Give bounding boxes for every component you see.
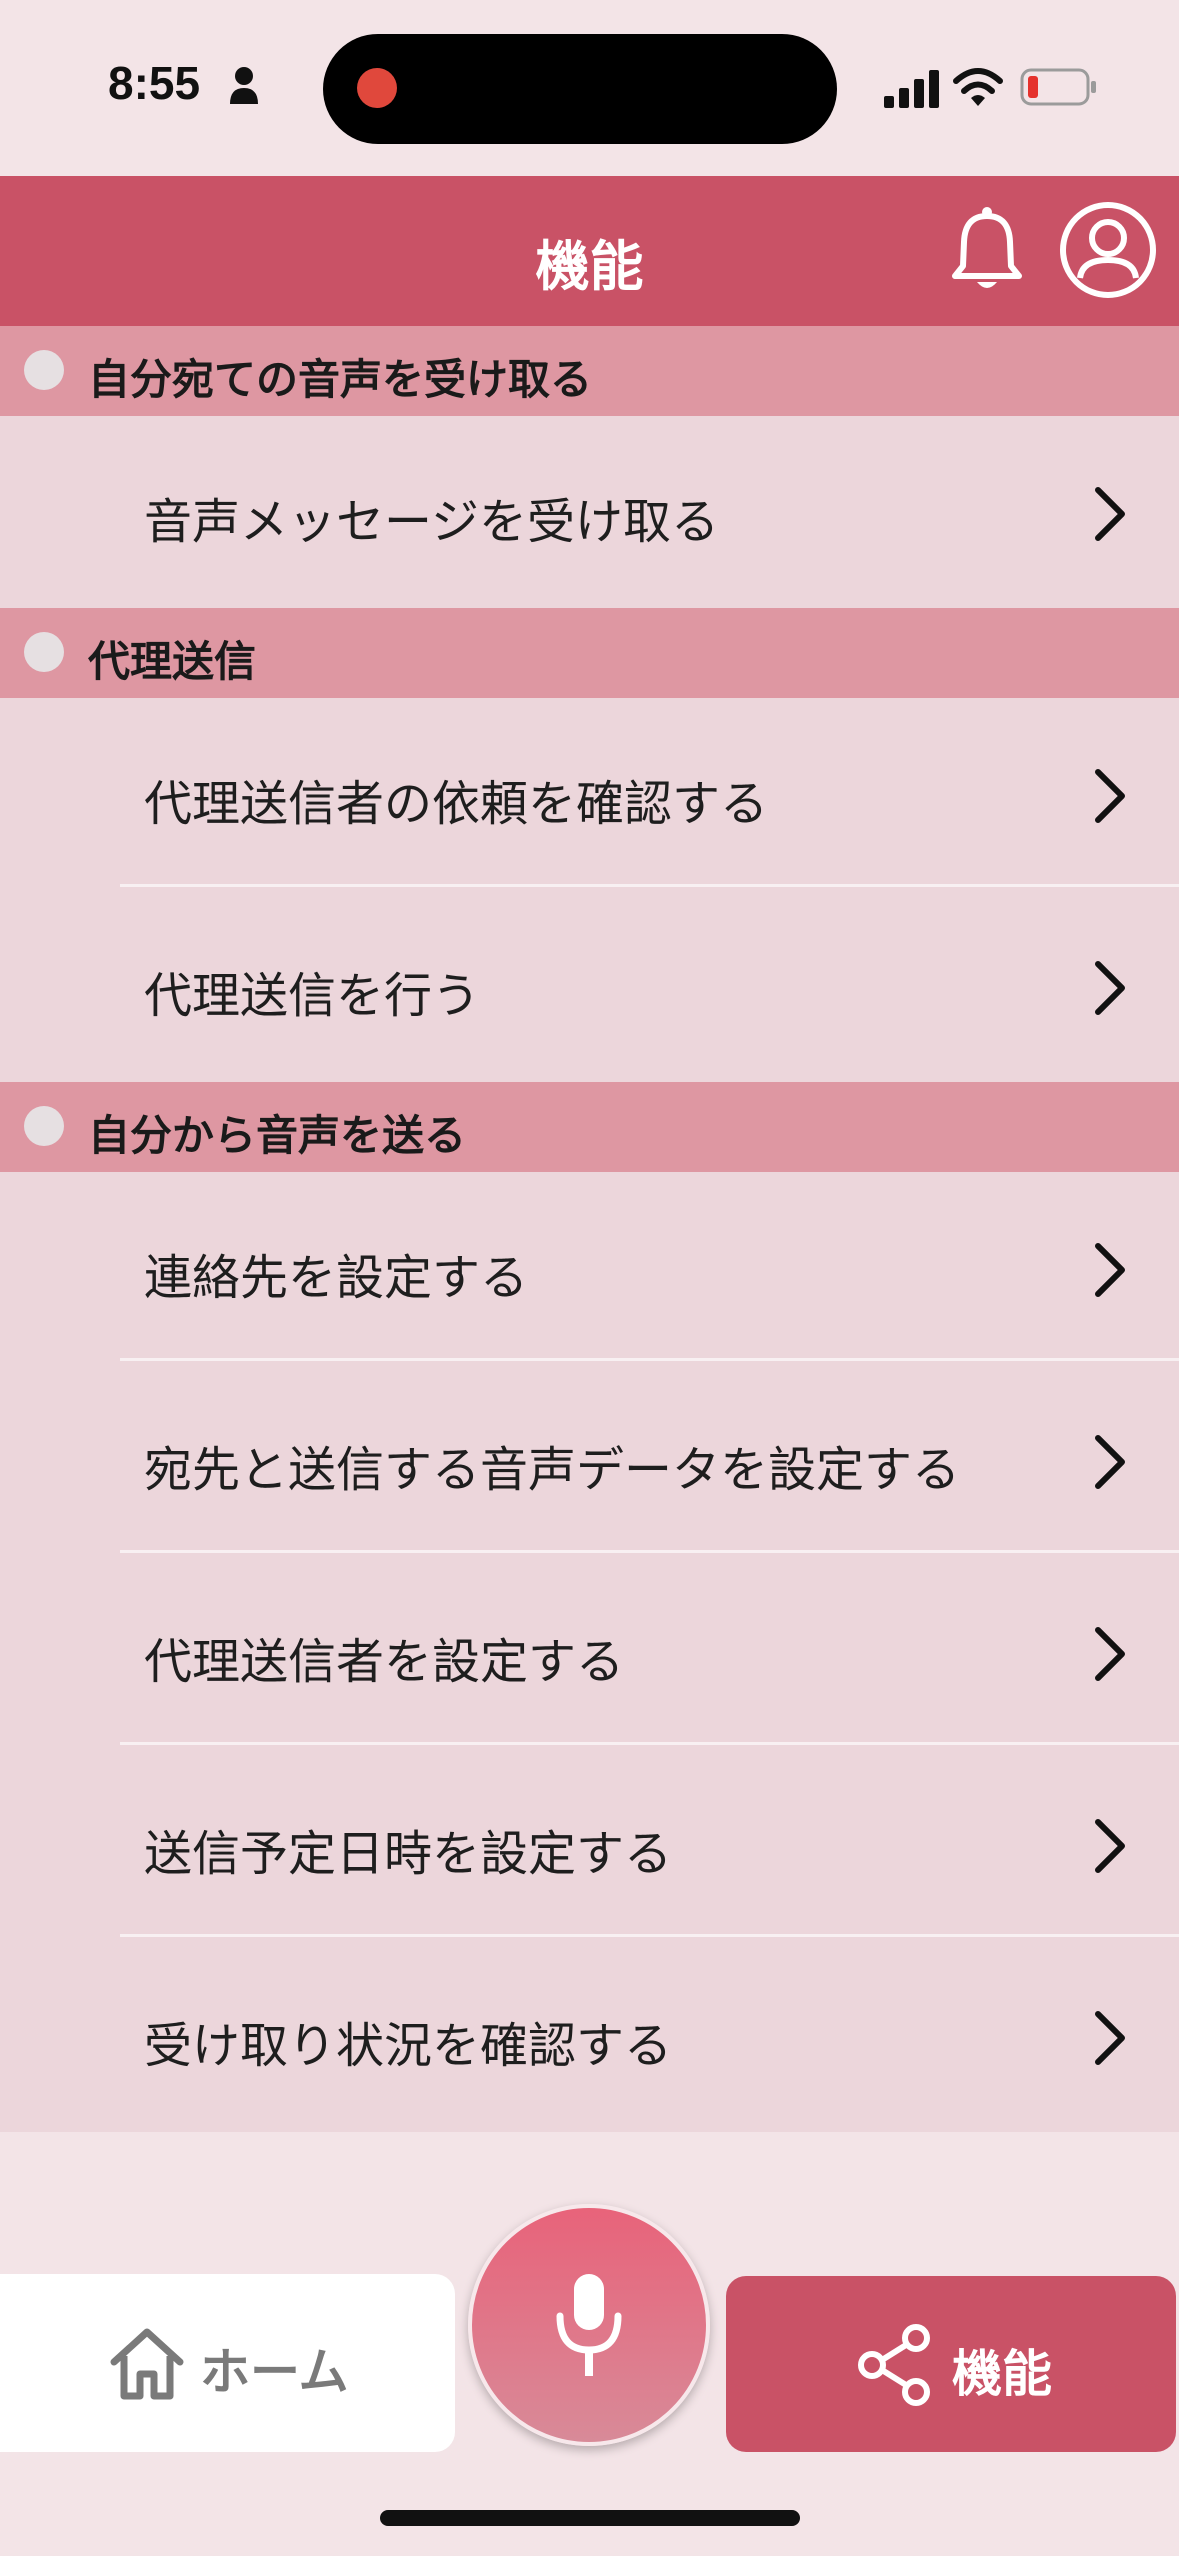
- menu-block-send: 連絡先を設定する 宛先と送信する音声データを設定する 代理送信者を設定する 送信…: [0, 1172, 1179, 2132]
- divider: [120, 1934, 1179, 1937]
- chevron-right-icon: [1095, 1627, 1125, 1681]
- menu-item-label: 代理送信者を設定する: [144, 1634, 625, 1690]
- menu-item-set-contacts[interactable]: 連絡先を設定する: [0, 1172, 1179, 1362]
- menu-item-check-receipt-status[interactable]: 受け取り状況を確認する: [0, 1940, 1179, 2130]
- section-dot: [24, 350, 64, 390]
- menu-item-label: 代理送信者の依頼を確認する: [144, 776, 769, 832]
- wifi-icon: [953, 68, 1003, 106]
- chevron-right-icon: [1095, 1435, 1125, 1489]
- divider: [120, 1742, 1179, 1745]
- chevron-right-icon: [1095, 961, 1125, 1015]
- section-header-receive: 自分宛ての音声を受け取る: [0, 326, 1179, 416]
- chevron-right-icon: [1095, 487, 1125, 541]
- chevron-right-icon: [1095, 2011, 1125, 2065]
- chevron-right-icon: [1095, 769, 1125, 823]
- menu-item-set-recipient-and-voice[interactable]: 宛先と送信する音声データを設定する: [0, 1364, 1179, 1554]
- menu-block-proxy: 代理送信者の依頼を確認する 代理送信を行う: [0, 698, 1179, 1082]
- status-time: 8:55: [108, 57, 201, 109]
- home-indicator[interactable]: [380, 2510, 800, 2526]
- signal-icon: [884, 70, 939, 108]
- nav-home-label: ホーム: [200, 2343, 349, 2401]
- section-title: 代理送信: [88, 637, 257, 686]
- dynamic-island: [323, 34, 837, 144]
- menu-item-do-proxy-send[interactable]: 代理送信を行う: [0, 890, 1179, 1080]
- chevron-right-icon: [1095, 1243, 1125, 1297]
- divider: [120, 884, 1179, 887]
- record-voice-button[interactable]: [468, 2204, 710, 2446]
- menu-item-label: 宛先と送信する音声データを設定する: [144, 1442, 961, 1498]
- section-header-send: 自分から音声を送る: [0, 1082, 1179, 1172]
- mic-icon: [556, 2274, 622, 2376]
- section-dot: [24, 1106, 64, 1146]
- menu-item-label: 代理送信を行う: [144, 968, 481, 1024]
- nav-home-button[interactable]: ホーム: [0, 2274, 455, 2452]
- menu-item-label: 送信予定日時を設定する: [144, 1826, 673, 1882]
- section-title: 自分から音声を送る: [88, 1111, 467, 1160]
- divider: [120, 1550, 1179, 1553]
- status-bar: 8:55: [0, 0, 1179, 176]
- section-dot: [24, 632, 64, 672]
- menu-item-label: 受け取り状況を確認する: [144, 2018, 673, 2074]
- battery-icon: [1020, 68, 1096, 106]
- menu-item-set-proxy-sender[interactable]: 代理送信者を設定する: [0, 1556, 1179, 1746]
- menu-item-confirm-proxy-request[interactable]: 代理送信者の依頼を確認する: [0, 698, 1179, 888]
- person-icon: [230, 67, 258, 104]
- menu-item-set-schedule[interactable]: 送信予定日時を設定する: [0, 1748, 1179, 1938]
- nav-features-button[interactable]: 機能: [726, 2276, 1176, 2452]
- record-dot: [357, 68, 397, 108]
- nav-features-label: 機能: [952, 2345, 1052, 2403]
- account-icon[interactable]: [1058, 200, 1158, 300]
- divider: [120, 1358, 1179, 1361]
- section-title: 自分宛ての音声を受け取る: [88, 355, 593, 404]
- menu-item-label: 音声メッセージを受け取る: [144, 494, 720, 550]
- app-header: 機能: [0, 176, 1179, 326]
- menu-block-receive: 音声メッセージを受け取る: [0, 416, 1179, 608]
- bell-icon[interactable]: [950, 204, 1024, 294]
- chevron-right-icon: [1095, 1819, 1125, 1873]
- menu-item-receive-voice-message[interactable]: 音声メッセージを受け取る: [0, 416, 1179, 606]
- share-icon: [858, 2324, 930, 2406]
- menu-item-label: 連絡先を設定する: [144, 1250, 529, 1306]
- section-header-proxy: 代理送信: [0, 608, 1179, 698]
- home-icon: [110, 2328, 184, 2400]
